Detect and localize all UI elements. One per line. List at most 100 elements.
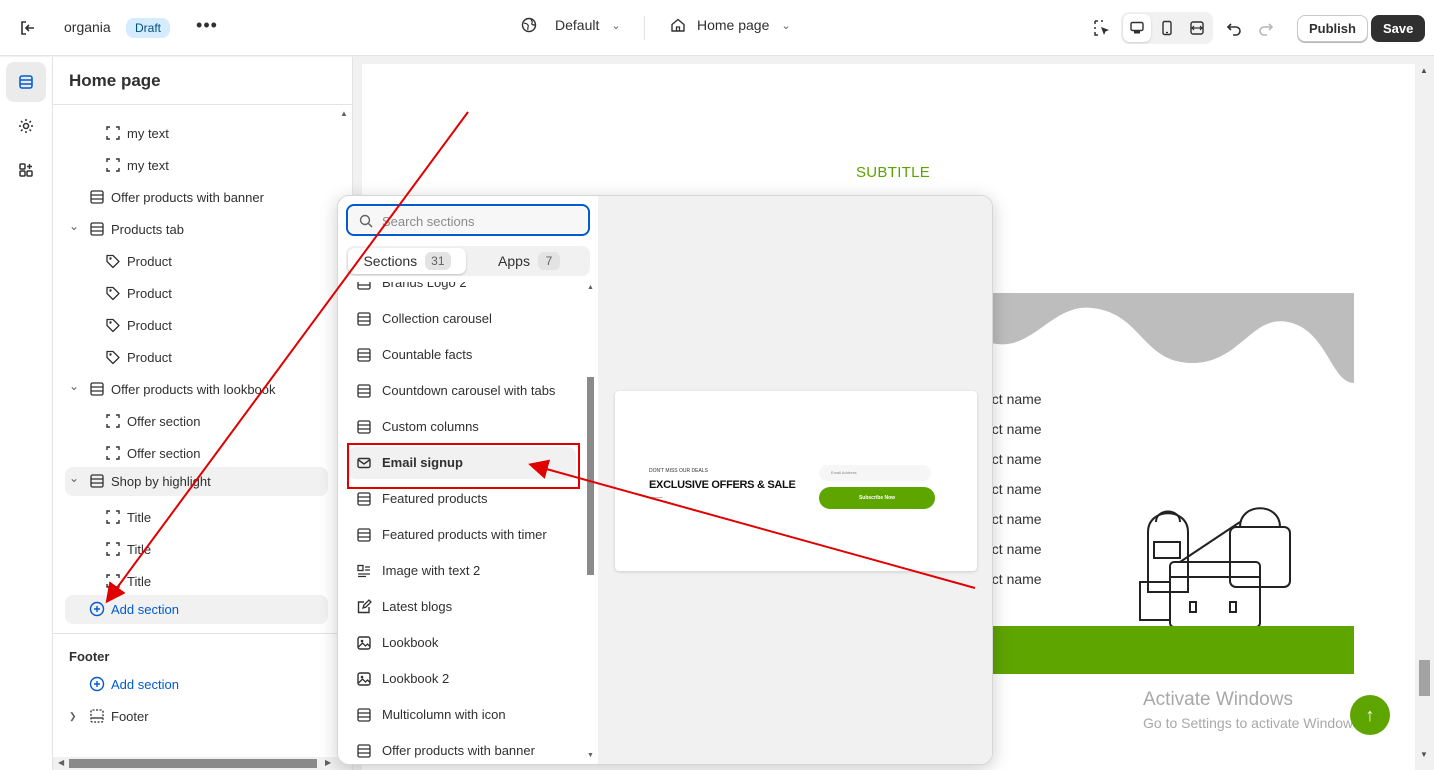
section-option[interactable]: Lookbook [348,627,576,659]
exit-icon[interactable] [18,18,38,38]
sidebar-item[interactable]: my text [105,119,169,147]
section-option[interactable]: Countable facts [348,339,576,371]
mobile-view-button[interactable] [1153,14,1181,42]
section-option[interactable]: Latest blogs [348,591,576,623]
sidebar-item[interactable]: Offer section [105,439,200,467]
page-label: Home page [697,17,770,33]
section-option-label: Countable facts [382,347,473,362]
section-option[interactable]: Collection carousel [348,303,576,335]
preview-scrollbar[interactable]: ▲ ▼ [1415,64,1434,770]
redo-icon[interactable] [1256,18,1276,38]
add-section-label: Add section [111,601,179,617]
chevron-right-icon[interactable]: ❯ [69,711,77,722]
sidebar-item[interactable]: Offer section [105,407,200,435]
sidebar-item[interactable]: Title [105,503,151,531]
sidebar-item[interactable]: Offer products with banner [89,183,264,211]
section-icon [356,347,372,363]
section-option[interactable]: Custom columns [348,411,576,443]
count-badge: 7 [537,252,560,270]
scroll-left-arrow[interactable]: ◀ [58,758,64,767]
section-option[interactable]: Offer products with banner [348,735,576,764]
footer-add-section-button[interactable]: Add section [89,670,179,698]
section-option[interactable]: Featured products with timer [348,519,576,551]
sidebar-item[interactable]: Product [105,279,172,307]
chevron-down-icon[interactable]: ⌄ [69,219,79,233]
section-option[interactable]: Lookbook 2 [348,663,576,695]
sidebar-item[interactable]: ⌄ Products tab [69,215,184,243]
search-input[interactable] [382,212,578,230]
section-icon [356,527,372,543]
scroll-to-top-button[interactable]: ↑ [1350,695,1390,735]
section-option[interactable]: Brands Logo 2 [348,282,576,299]
inspector-icon[interactable] [1092,18,1112,38]
latest-icon [356,599,372,615]
tag-icon [105,253,121,269]
tab-sections[interactable]: Sections 31 [348,248,466,274]
gear-icon [19,119,33,133]
section-option[interactable]: Featured products [348,483,576,515]
section-option[interactable]: Countdown carousel with tabs [348,375,576,407]
section-option-label: Lookbook 2 [382,671,450,686]
section-option[interactable]: Multicolumn with icon [348,699,576,731]
status-badge: Draft [126,18,171,38]
more-actions-button[interactable]: ••• [196,16,218,38]
add-section-button[interactable]: Add section [89,595,179,623]
section-icon [356,743,372,759]
sidebar-item[interactable]: Title [105,567,151,595]
chevron-down-icon[interactable]: ⌄ [69,379,79,393]
scrollbar-thumb[interactable] [69,759,317,768]
scroll-down-arrow[interactable]: ▼ [587,752,594,759]
sidebar-item-label: Product [127,253,172,269]
sidebar-item[interactable]: ⌄ Offer products with lookbook [69,375,276,403]
chevron-down-icon: ⌄ [781,19,791,32]
sidebar-item[interactable]: Product [105,311,172,339]
sidebar-item[interactable]: my text [105,151,169,179]
sidebar-item[interactable]: Product [105,247,172,275]
sidebar-item[interactable]: ⌄ Shop by highlight [69,467,211,495]
tag-icon [105,349,121,365]
sidebar-item-label: Product [127,285,172,301]
section-option-label: Featured products with timer [382,527,547,542]
preview-subscribe-button: Subscribe Now [819,487,935,509]
preview-email-field: Email Address [819,465,931,481]
lookbook-icon [356,635,372,651]
section-option[interactable]: Image with text 2 [348,555,576,587]
footer-group-label: Footer [69,649,110,664]
section-option-label: Multicolumn with icon [382,707,506,722]
block-icon [105,445,121,461]
divider [53,633,352,634]
scrollbar-thumb[interactable] [587,377,594,575]
section-list-scrollbar[interactable]: ▲ ▼ [587,282,595,764]
apps-nav-button[interactable] [6,150,46,190]
theme-settings-nav-button[interactable] [6,106,46,146]
arrow-up-icon: ↑ [1365,705,1375,725]
scroll-up-arrow[interactable]: ▲ [1420,66,1428,75]
sidebar-item-label: my text [127,125,169,141]
scroll-right-arrow[interactable]: ▶ [325,758,331,767]
image-icon [356,563,372,579]
search-field[interactable] [346,204,590,236]
desktop-view-button[interactable] [1123,14,1151,42]
top-bar: organia Draft ••• Default ⌄ Home page ⌄ … [0,0,1434,56]
page-selector[interactable]: Home page ⌄ [670,17,791,33]
scrollbar-thumb[interactable] [1419,660,1430,696]
sidebar-item[interactable]: Title [105,535,151,563]
sidebar-item[interactable]: Product [105,343,172,371]
preview-pre-heading: DON'T MISS OUR DEALS [649,468,708,474]
fullwidth-view-button[interactable] [1183,14,1211,42]
sidebar-item-footer[interactable]: ❯ Footer [69,702,149,730]
horizontal-scrollbar[interactable]: ◀ ▶ [53,757,352,770]
scroll-up-arrow[interactable]: ▲ [587,284,594,291]
undo-icon[interactable] [1224,18,1244,38]
save-button[interactable]: Save [1371,15,1426,42]
section-option[interactable]: Email signup [348,447,576,479]
publish-button[interactable]: Publish [1297,15,1368,42]
scroll-down-arrow[interactable]: ▼ [1420,750,1428,759]
chevron-down-icon[interactable]: ⌄ [69,471,79,485]
lookbook-icon [356,671,372,687]
scroll-up-arrow[interactable]: ▲ [340,109,348,118]
theme-selector[interactable]: Default ⌄ [521,17,621,33]
sidebar-item-label: Offer products with banner [111,189,264,205]
tab-apps[interactable]: Apps 7 [470,248,588,274]
sections-nav-button[interactable] [6,62,46,102]
